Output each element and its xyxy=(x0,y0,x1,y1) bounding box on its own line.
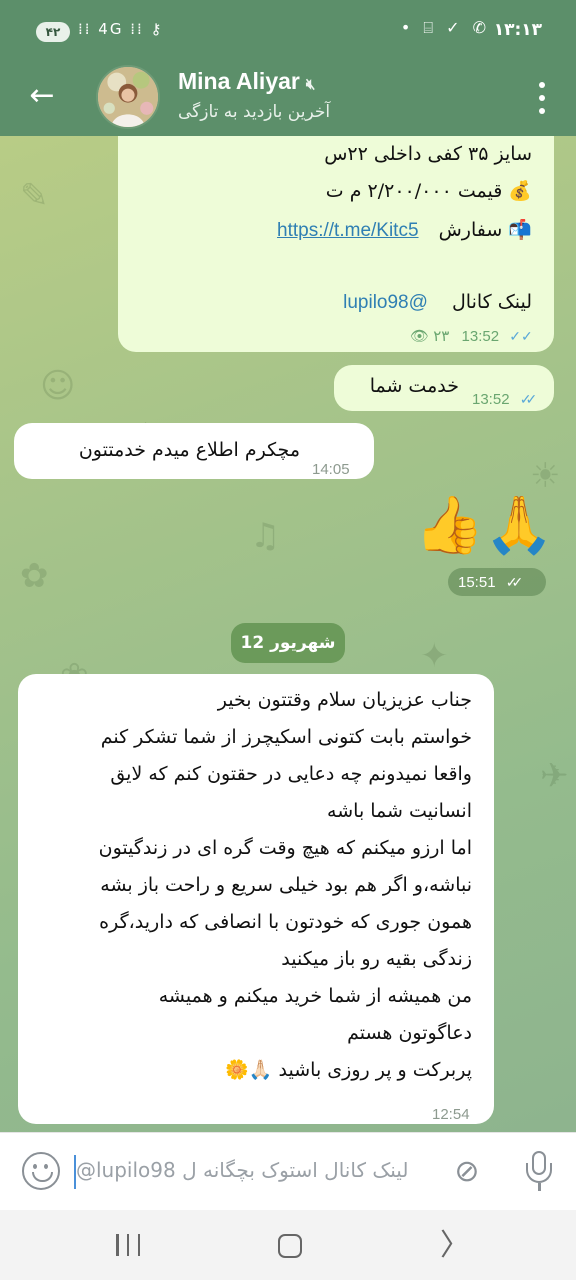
order-link[interactable]: https://t.me/Kitc5 xyxy=(277,220,419,241)
eye-icon: 👁︎ xyxy=(410,328,430,345)
channel-handle-link[interactable]: @lupilo98 xyxy=(343,292,428,313)
message-text: مچکرم اطلاع میدم خدمتتون xyxy=(78,439,300,461)
message-bubble-incoming[interactable]: مچکرم اطلاع میدم خدمتتون 14:05 xyxy=(14,423,374,479)
wallpaper-doodle-icon: ✈ xyxy=(540,756,569,796)
view-count: ۲۳ xyxy=(433,328,450,345)
order-label: سفارش xyxy=(438,219,503,241)
emoji-icon[interactable] xyxy=(22,1152,60,1190)
message-input[interactable]: @lupilo98 لینک کانال استوک بچگانه ل xyxy=(76,1158,408,1182)
wallpaper-doodle-icon: ☀ xyxy=(530,456,561,496)
channel-label: لینک کانال xyxy=(451,291,532,313)
message-line: خواستم بابت کتونی اسکیچرز از شما تشکر کن… xyxy=(100,726,472,748)
emoji-message[interactable]: 👍🙏 xyxy=(398,491,554,561)
battery-badge: ۴۲ xyxy=(36,22,70,42)
message-input-bar: @lupilo98 لینک کانال استوک بچگانه ل ⊘ xyxy=(0,1132,576,1210)
money-bag-icon: 💰 xyxy=(508,180,532,202)
message-text-block: جناب عزیزیان سلام وقتتون بخیر خواستم باب… xyxy=(32,682,472,1089)
double-check-icon: ✓✓ xyxy=(519,391,538,407)
wallpaper-doodle-icon: ♫ xyxy=(250,516,281,556)
message-line: جناب عزیزیان سلام وقتتون بخیر xyxy=(217,689,472,711)
wallpaper-doodle-icon: ✎ xyxy=(20,176,49,216)
more-vert-icon[interactable] xyxy=(532,78,552,118)
message-time: 12:54 xyxy=(432,1106,470,1123)
wallpaper-doodle-icon: ✿ xyxy=(20,556,49,596)
nav-back-icon[interactable]: 〉 xyxy=(440,1231,470,1261)
message-line: واقعا نمیدونم چه دعایی در حقتون کنم که ل… xyxy=(110,763,472,785)
price-text: قیمت ۲/۲۰۰/۰۰۰ م ت xyxy=(325,180,503,202)
wallpaper-doodle-icon: ☺ xyxy=(40,366,76,406)
notification-icons: • ⌸ ✓ ✆ xyxy=(400,18,490,37)
signal-icons: ⁞⁞ 4G ⁞⁞ ⚷ xyxy=(78,20,164,38)
message-text: خدمت شما xyxy=(369,375,459,397)
wallpaper-doodle-icon: ✦ xyxy=(420,636,449,676)
contact-name[interactable]: Mina Aliyar 🔇︎ xyxy=(178,68,315,95)
message-time: 14:05 xyxy=(312,461,350,478)
message-meta: 13:52 ✓✓ xyxy=(472,381,538,418)
system-nav-bar: 〉 xyxy=(0,1210,576,1280)
message-bubble-incoming[interactable]: جناب عزیزیان سلام وقتتون بخیر خواستم باب… xyxy=(18,674,494,1124)
message-line: دعاگوتون هستم xyxy=(347,1022,472,1044)
double-check-icon: ✓✓ xyxy=(509,328,539,344)
message-time: 13:52 xyxy=(461,328,500,345)
chat-area[interactable]: ✎ ☺ ☂ ✿ ♫ ❀ ✦ ☀ ✈ سایز ۳۵ کفی داخلی ۲۲س … xyxy=(0,136,576,1132)
contact-name-text: Mina Aliyar xyxy=(178,68,300,94)
message-bubble-outgoing[interactable]: سایز ۳۵ کفی داخلی ۲۲س 💰 قیمت ۲/۲۰۰/۰۰۰ م… xyxy=(118,136,554,352)
chat-header: ← Mina Aliyar 🔇︎ آخرین بازدید به تازگی xyxy=(0,60,576,136)
attach-icon[interactable]: ⊘ xyxy=(450,1153,484,1191)
message-meta: 15:51 ✓✓ xyxy=(448,568,546,596)
last-seen-status: آخرین بازدید به تازگی xyxy=(178,102,331,122)
message-meta: 👁︎ ۲۳ 13:52 ✓✓ xyxy=(410,318,539,355)
message-line: اما ارزو میکنم که هیچ وقت گره ای در زندگ… xyxy=(98,837,472,859)
mic-icon[interactable] xyxy=(524,1151,554,1193)
message-bubble-outgoing[interactable]: خدمت شما 13:52 ✓✓ xyxy=(334,365,554,411)
status-time: ۱۳:۱۳ xyxy=(493,20,542,40)
mailbox-icon: 📬 xyxy=(508,219,532,241)
message-line: انسانیت شما باشه xyxy=(327,800,472,822)
message-size-line: سایز ۳۵ کفی داخلی ۲۲س xyxy=(324,143,532,165)
message-price-line: 💰 قیمت ۲/۲۰۰/۰۰۰ م ت xyxy=(132,173,532,210)
avatar[interactable] xyxy=(96,65,160,129)
nav-recents-icon[interactable] xyxy=(116,1234,140,1256)
message-channel-line: لینک کانال @lupilo98 xyxy=(132,284,532,321)
message-line: همون جوری که خودتون با انصافی که دارید،گ… xyxy=(99,911,472,933)
message-order-line: 📬 سفارش https://t.me/Kitc5 xyxy=(132,212,532,249)
message-line: من همیشه از شما خرید میکنم و همیشه xyxy=(158,985,472,1007)
mute-icon: 🔇︎ xyxy=(305,76,316,93)
double-check-icon: ✓✓ xyxy=(505,574,524,590)
back-arrow-icon[interactable]: ← xyxy=(24,78,60,114)
date-separator: 12 شهریور xyxy=(231,623,345,663)
message-line: زندگی بقیه رو باز میکنید xyxy=(281,948,472,970)
message-time: 15:51 xyxy=(458,574,496,591)
status-bar: ۴۲ ⁞⁞ 4G ⁞⁞ ⚷ • ⌸ ✓ ✆ ۱۳:۱۳ xyxy=(0,0,576,60)
nav-home-icon[interactable] xyxy=(278,1234,302,1258)
message-line: نباشه،و اگر هم بود خیلی سریع و راحت باز … xyxy=(100,874,472,896)
message-line: پربرکت و پر روزی باشید 🙏🏻🌼 xyxy=(225,1059,472,1081)
message-time: 13:52 xyxy=(472,391,510,408)
